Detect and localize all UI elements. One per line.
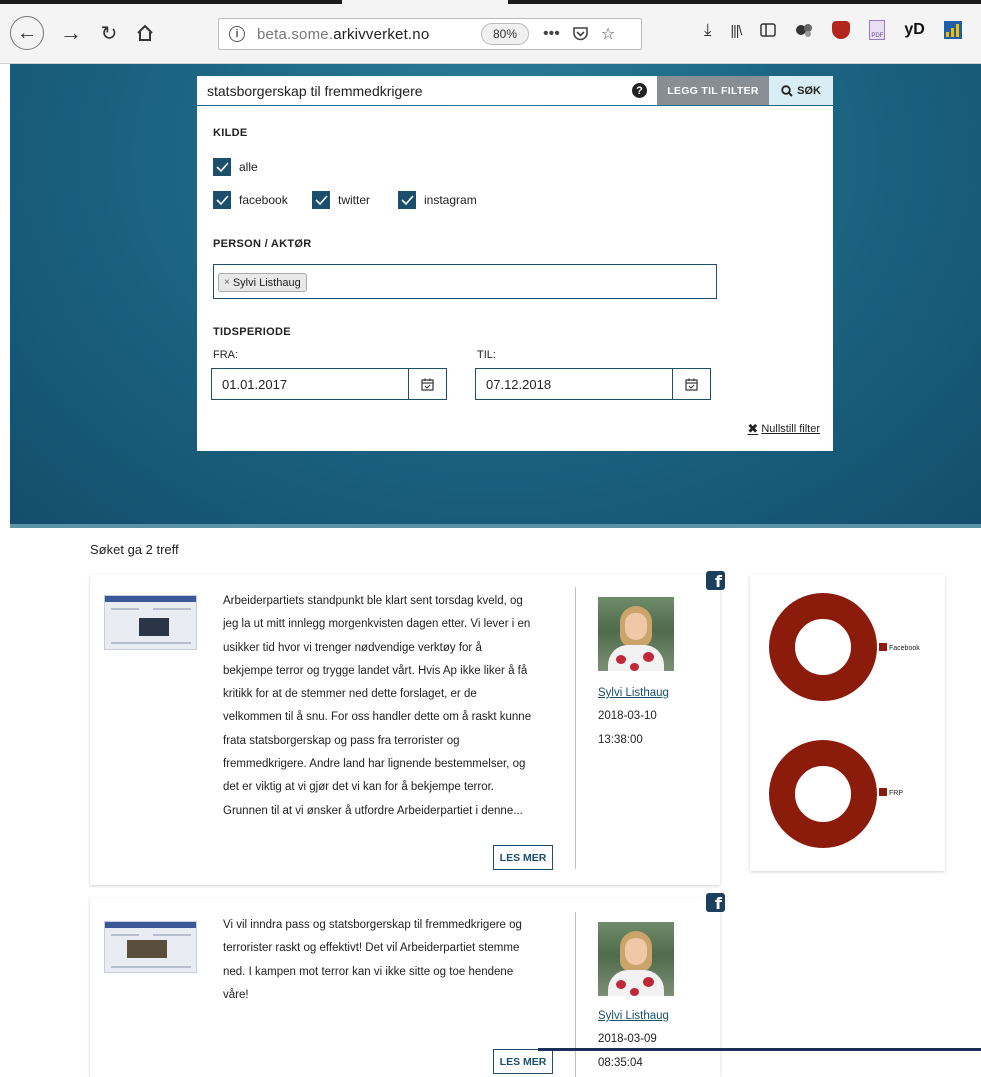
from-label: FRA: bbox=[213, 349, 239, 361]
search-button-label: SØK bbox=[797, 84, 821, 97]
card-divider bbox=[575, 587, 576, 869]
source-section-title: KILDE bbox=[213, 127, 248, 139]
extension-pawns-icon[interactable] bbox=[795, 22, 813, 38]
pocket-icon[interactable] bbox=[572, 26, 589, 42]
donut-charts: Facebook FRP bbox=[769, 593, 920, 848]
reload-button[interactable]: ↻ bbox=[92, 16, 126, 50]
reset-filter-label: Nullstill filter bbox=[761, 423, 820, 435]
tab-strip-left bbox=[0, 0, 342, 4]
source-label: twitter bbox=[338, 193, 371, 207]
ublock-extension-icon[interactable] bbox=[832, 21, 851, 39]
result-card: Arbeiderpartiets standpunkt ble klart se… bbox=[90, 575, 720, 885]
person-tag[interactable]: × Sylvi Listhaug bbox=[218, 273, 307, 292]
post-meta: Sylvi Listhaug 2018-03-09 08:35:04 bbox=[598, 1005, 669, 1075]
url-text[interactable]: beta.some.arkivverket.no bbox=[257, 26, 447, 43]
facebook-icon: f bbox=[706, 893, 725, 912]
checkbox-checked-icon[interactable] bbox=[312, 191, 330, 209]
platform-legend-label: Facebook bbox=[889, 645, 920, 652]
platform-legend-swatch bbox=[879, 643, 887, 651]
result-count: Søket ga 2 treff bbox=[90, 542, 179, 557]
platform-donut-slice[interactable] bbox=[769, 593, 877, 701]
calendar-icon bbox=[685, 378, 698, 391]
checkbox-checked-icon[interactable] bbox=[213, 158, 231, 176]
author-link[interactable]: Sylvi Listhaug bbox=[598, 682, 669, 705]
url-bar[interactable]: i beta.some.arkivverket.no 80% ••• ☆ bbox=[218, 18, 642, 50]
avatar[interactable] bbox=[598, 922, 674, 996]
page-actions-icon[interactable]: ••• bbox=[543, 25, 560, 43]
reload-icon: ↻ bbox=[100, 22, 118, 45]
card-divider bbox=[575, 912, 576, 1077]
sidebar-icon[interactable] bbox=[760, 23, 777, 37]
close-icon: ✖ bbox=[747, 421, 759, 436]
remove-tag-icon[interactable]: × bbox=[224, 277, 230, 288]
avatar[interactable] bbox=[598, 597, 674, 671]
from-date-field bbox=[211, 368, 447, 400]
period-section-title: TIDSPERIODE bbox=[213, 326, 291, 338]
horizontal-rule bbox=[538, 1048, 981, 1051]
source-label: facebook bbox=[239, 193, 288, 207]
library-icon[interactable]: |||\ bbox=[731, 22, 743, 38]
source-checkbox-all[interactable]: alle bbox=[213, 158, 258, 176]
browser-toolbar: ← → ↻ i beta.some.arkivverket.no 80% •••… bbox=[0, 0, 981, 64]
from-calendar-button[interactable] bbox=[408, 369, 446, 399]
post-time: 13:38:00 bbox=[598, 733, 643, 746]
bookmark-star-icon[interactable]: ☆ bbox=[601, 24, 615, 44]
arrow-left-icon: ← bbox=[17, 21, 37, 44]
filter-panel: KILDE alle facebook twitter instagram PE… bbox=[197, 106, 833, 451]
home-icon bbox=[137, 24, 153, 41]
arrow-right-icon: → bbox=[60, 20, 82, 45]
checkbox-checked-icon[interactable] bbox=[398, 191, 416, 209]
calendar-icon bbox=[421, 378, 434, 391]
source-checkbox-facebook[interactable]: facebook bbox=[213, 191, 288, 209]
pdf-extension-icon[interactable]: PDF bbox=[869, 20, 886, 40]
download-icon[interactable]: ⤓ bbox=[704, 20, 712, 40]
source-checkbox-instagram[interactable]: instagram bbox=[398, 191, 477, 209]
home-button[interactable] bbox=[128, 16, 162, 50]
search-icon bbox=[781, 84, 793, 97]
chart-card: Facebook FRP bbox=[750, 575, 945, 871]
to-label: TIL: bbox=[477, 349, 496, 361]
person-section-title: PERSON / AKTØR bbox=[213, 238, 312, 250]
search-input[interactable] bbox=[197, 76, 632, 105]
search-button[interactable]: SØK bbox=[769, 76, 833, 105]
info-icon[interactable]: i bbox=[229, 26, 245, 42]
post-date: 2018-03-10 bbox=[598, 710, 657, 723]
post-meta: Sylvi Listhaug 2018-03-10 13:38:00 bbox=[598, 682, 669, 752]
yd-extension-icon[interactable]: yD bbox=[904, 21, 924, 39]
back-button[interactable]: ← bbox=[10, 16, 44, 50]
chart-extension-icon[interactable] bbox=[943, 21, 962, 39]
post-screenshot-thumbnail[interactable] bbox=[104, 595, 197, 650]
to-calendar-button[interactable] bbox=[672, 369, 710, 399]
source-checkbox-twitter[interactable]: twitter bbox=[312, 191, 370, 209]
from-date-input[interactable] bbox=[212, 369, 408, 399]
zoom-level-badge[interactable]: 80% bbox=[481, 23, 530, 45]
person-tag-label: Sylvi Listhaug bbox=[232, 276, 301, 289]
party-donut-slice[interactable] bbox=[769, 740, 877, 848]
party-legend-label: FRP bbox=[889, 790, 903, 797]
read-more-button[interactable]: LES MER bbox=[493, 845, 553, 870]
post-time: 08:35:04 bbox=[598, 1056, 643, 1069]
to-date-input[interactable] bbox=[476, 369, 672, 399]
author-link[interactable]: Sylvi Listhaug bbox=[598, 1005, 669, 1028]
source-label: alle bbox=[239, 160, 258, 174]
party-legend-swatch bbox=[879, 788, 887, 796]
to-date-field bbox=[475, 368, 711, 400]
post-text: Vi vil inndra pass og statsborgerskap ti… bbox=[223, 919, 522, 1001]
tab-strip-right bbox=[508, 0, 981, 4]
person-field[interactable]: × Sylvi Listhaug bbox=[213, 264, 717, 299]
add-filter-button[interactable]: LEGG TIL FILTER bbox=[657, 76, 769, 105]
source-label: instagram bbox=[424, 193, 477, 207]
search-bar: ? LEGG TIL FILTER SØK bbox=[197, 76, 833, 105]
facebook-icon: f bbox=[706, 571, 725, 590]
read-more-button[interactable]: LES MER bbox=[493, 1049, 553, 1074]
reset-filter-link[interactable]: ✖ Nullstill filter bbox=[747, 421, 820, 437]
post-text: Arbeiderpartiets standpunkt ble klart se… bbox=[223, 595, 532, 817]
help-icon[interactable]: ? bbox=[632, 83, 647, 98]
checkbox-checked-icon[interactable] bbox=[213, 191, 231, 209]
post-screenshot-thumbnail[interactable] bbox=[104, 921, 197, 973]
forward-button[interactable]: → bbox=[54, 16, 88, 50]
